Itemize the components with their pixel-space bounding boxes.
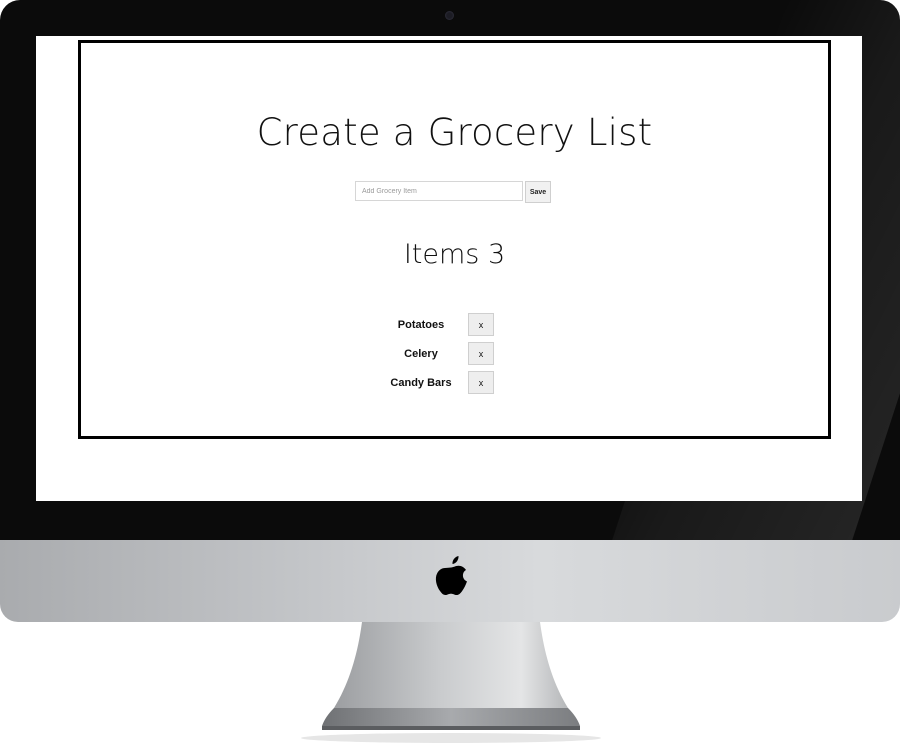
monitor-screen: Create a Grocery List Save Items 3 Potat… (36, 36, 862, 501)
grocery-item-input[interactable] (355, 181, 523, 201)
grocery-app: Create a Grocery List Save Items 3 Potat… (78, 40, 831, 439)
apple-logo-icon (435, 556, 467, 595)
list-item: Potatoes x (375, 310, 515, 339)
item-name: Potatoes (397, 318, 445, 331)
page-title: Create a Grocery List (256, 111, 653, 154)
monitor-bezel: Create a Grocery List Save Items 3 Potat… (0, 0, 900, 540)
remove-item-button[interactable]: x (468, 342, 494, 365)
list-item: Candy Bars x (375, 368, 515, 397)
item-name: Candy Bars (390, 376, 452, 389)
remove-item-button[interactable]: x (468, 371, 494, 394)
list-item: Celery x (375, 339, 515, 368)
items-count-heading: Items 3 (403, 239, 506, 270)
remove-item-button[interactable]: x (468, 313, 494, 336)
add-item-form: Save (355, 181, 551, 203)
monitor-stand (301, 622, 601, 743)
item-name: Celery (404, 347, 438, 360)
camera-icon (445, 11, 454, 20)
desktop-mockup: Create a Grocery List Save Items 3 Potat… (0, 0, 900, 753)
grocery-list: Potatoes x Celery x Candy Bars x (375, 310, 515, 397)
save-button[interactable]: Save (525, 181, 551, 203)
